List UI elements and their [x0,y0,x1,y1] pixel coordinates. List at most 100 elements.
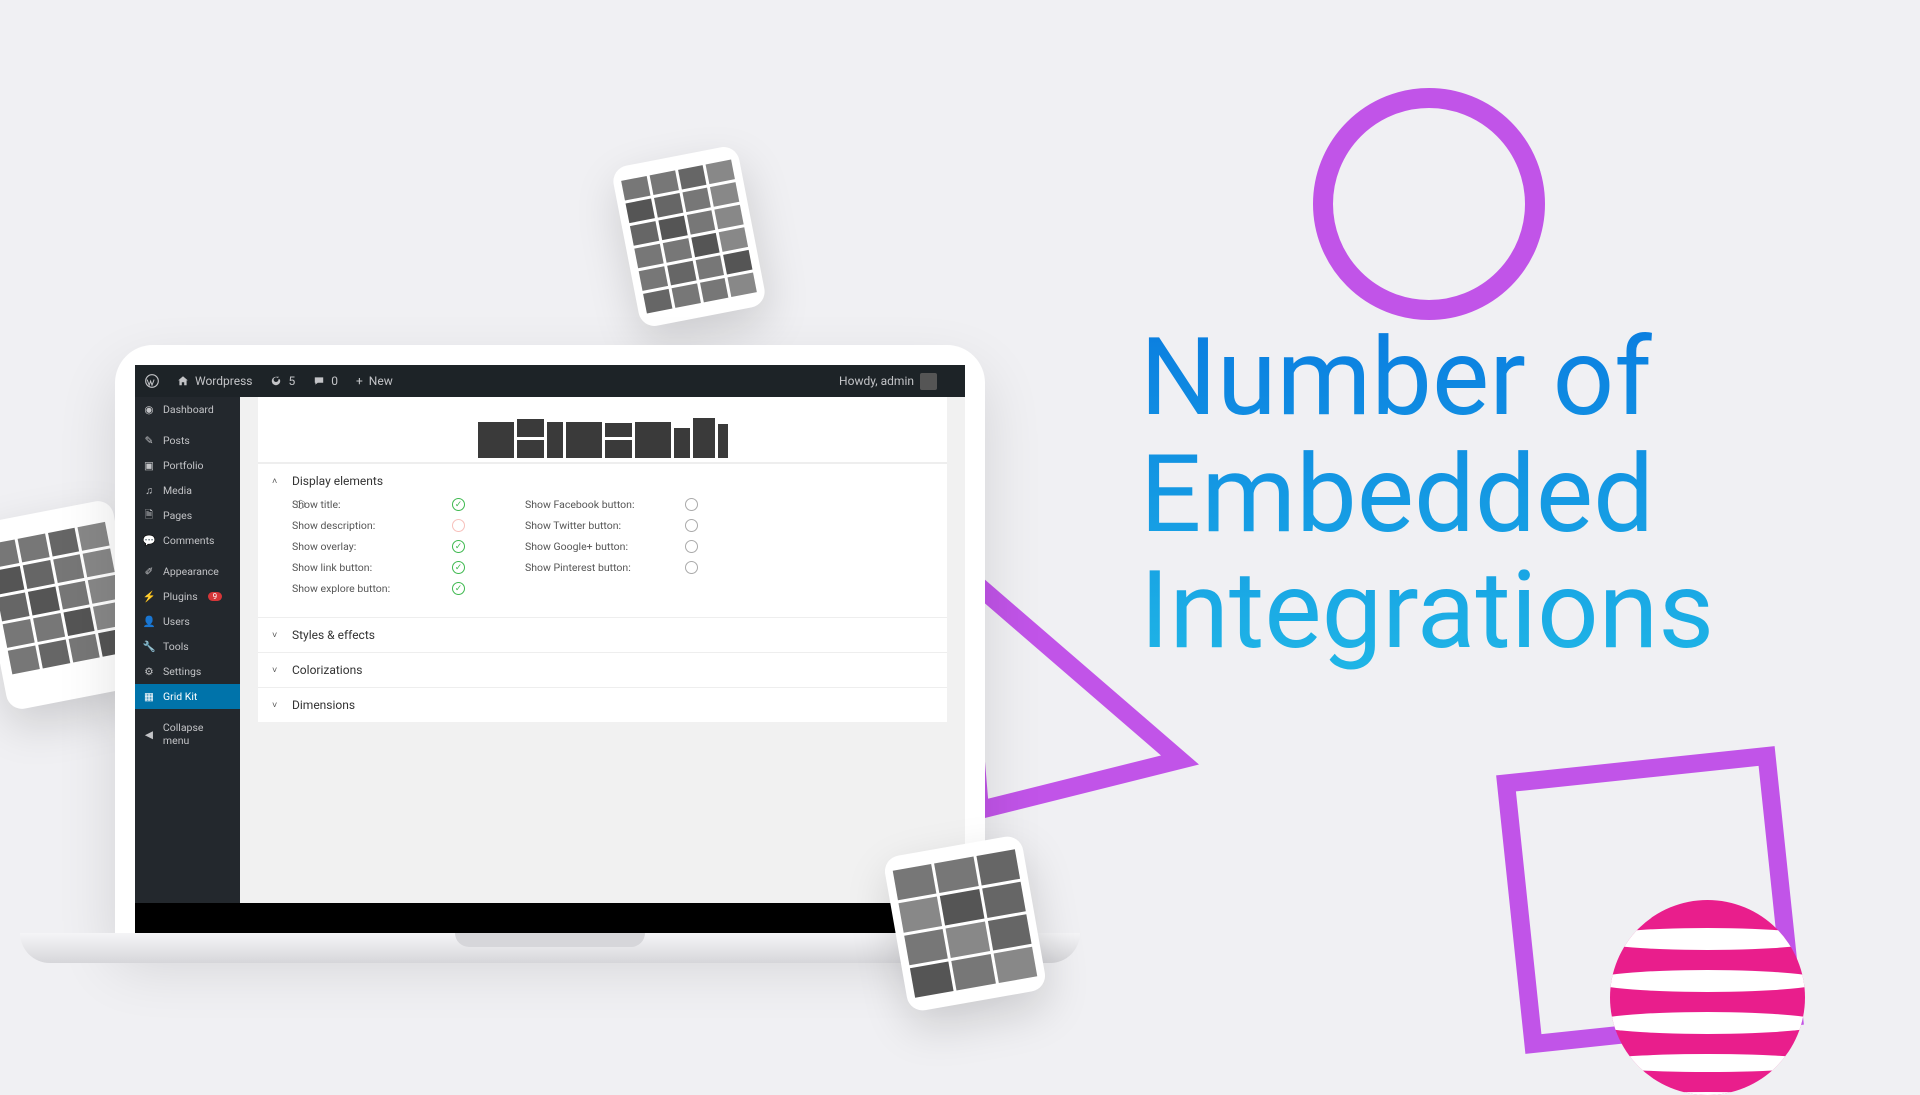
collapse-icon: ◀ [143,728,155,740]
section-styles-effects: ˅ Styles & effects [258,617,947,652]
option-show-pinterest: Show Pinterest button: [525,561,698,574]
section-header-display[interactable]: ˄ Display elements [272,474,933,488]
chevron-up-icon: ˄ [272,476,282,487]
sidebar-item-posts[interactable]: ✎ Posts [135,428,240,453]
option-show-googleplus: Show Google+ button: [525,540,698,553]
sidebar-item-portfolio[interactable]: ▣ Portfolio [135,453,240,478]
section-header-colorizations[interactable]: ˅ Colorizations [272,663,933,677]
plug-icon: ⚡ [143,591,155,603]
checkbox-show-link[interactable]: ✓ [452,561,465,574]
sidebar-item-label: Plugins [163,590,198,603]
section-header-dimensions[interactable]: ˅ Dimensions [272,698,933,712]
chevron-down-icon: ˅ [272,665,282,676]
howdy-user[interactable]: Howdy, admin [839,373,937,390]
updates-count: 5 [288,374,295,388]
new-label: New [369,374,393,388]
comments-icon[interactable]: 0 [313,374,338,388]
howdy-label: Howdy, admin [839,374,914,388]
checkbox-show-googleplus[interactable] [685,540,698,553]
sidebar-item-users[interactable]: 👤 Users [135,609,240,634]
wp-logo-icon[interactable] [145,374,159,388]
sidebar-item-label: Comments [163,534,214,547]
checkbox-show-overlay[interactable]: ✓ [452,540,465,553]
sidebar-item-label: Tools [163,640,189,653]
section-colorizations: ˅ Colorizations [258,652,947,687]
option-label: Show explore button: [292,582,452,595]
section-title: Dimensions [292,698,355,712]
pages-icon: 🗎 [143,510,155,522]
portfolio-icon: ▣ [143,460,155,472]
sidebar-item-gridkit[interactable]: ▦ Grid Kit [135,684,240,709]
cursor-icon: ⬡ [296,498,306,511]
decor-sphere [1610,900,1805,1095]
laptop-notch [455,933,645,947]
plugins-badge: 9 [208,592,223,601]
sidebar-item-media[interactable]: ♫ Media [135,478,240,503]
decor-circle [1313,88,1545,320]
chevron-down-icon: ˅ [272,630,282,641]
section-title: Colorizations [292,663,362,677]
settings-icon: ⚙ [143,666,155,678]
hero-title: Number of Embedded Integrations [1140,320,1714,670]
comments-icon: 💬 [143,535,155,547]
option-show-overlay: Show overlay: ✓ [292,540,465,553]
updates-icon[interactable]: 5 [270,374,295,388]
option-show-twitter: Show Twitter button: [525,519,698,532]
checkbox-show-facebook[interactable] [685,498,698,511]
site-name-label: Wordpress [195,374,252,388]
section-dimensions: ˅ Dimensions [258,687,947,722]
sidebar-item-label: Media [163,484,192,497]
new-button[interactable]: + New [356,374,393,388]
option-show-facebook: Show Facebook button: [525,498,698,511]
chevron-down-icon: ˅ [272,700,282,711]
checkbox-show-twitter[interactable] [685,519,698,532]
checkbox-show-description[interactable] [452,519,465,532]
option-label: Show Twitter button: [525,519,685,532]
wp-sidebar: ◉ Dashboard ✎ Posts ▣ Portfolio ♫ Media [135,397,240,903]
option-label: Show overlay: [292,540,452,553]
option-label: Show Facebook button: [525,498,685,511]
sidebar-item-label: Users [163,615,190,628]
checkbox-show-explore[interactable]: ✓ [452,582,465,595]
sidebar-item-pages[interactable]: 🗎 Pages [135,503,240,528]
option-show-explore-button: Show explore button: ✓ [292,582,465,595]
sidebar-item-collapse[interactable]: ◀ Collapse menu [135,715,240,753]
sidebar-item-plugins[interactable]: ⚡ Plugins 9 [135,584,240,609]
dashboard-icon: ◉ [143,404,155,416]
sidebar-item-label: Pages [163,509,192,522]
sidebar-item-settings[interactable]: ⚙ Settings [135,659,240,684]
checkbox-show-pinterest[interactable] [685,561,698,574]
site-name[interactable]: Wordpress [177,374,252,388]
section-title: Display elements [292,474,383,488]
sidebar-item-label: Posts [163,434,190,447]
option-label: Show Pinterest button: [525,561,685,574]
comments-count: 0 [331,374,338,388]
option-label: Show Google+ button: [525,540,685,553]
option-show-link-button: Show link button: ✓ [292,561,465,574]
sidebar-item-label: Appearance [163,565,219,578]
sidebar-item-label: Dashboard [163,403,214,416]
sidebar-item-dashboard[interactable]: ◉ Dashboard [135,397,240,422]
avatar [920,373,937,390]
sidebar-item-label: Settings [163,665,201,678]
option-label: Show title: [292,498,452,511]
section-header-styles[interactable]: ˅ Styles & effects [272,628,933,642]
brush-icon: ✐ [143,566,155,578]
sidebar-item-label: Grid Kit [163,690,197,703]
sidebar-item-tools[interactable]: 🔧 Tools [135,634,240,659]
users-icon: 👤 [143,616,155,628]
sidebar-item-label: Portfolio [163,459,204,472]
option-label: Show description: [292,519,452,532]
grid-layout-preview [258,397,947,463]
sidebar-item-comments[interactable]: 💬 Comments [135,528,240,553]
laptop-mockup: Wordpress 5 0 + New Howdy, admin [115,345,985,940]
section-title: Styles & effects [292,628,375,642]
phone-mockup-bottom [882,834,1047,1013]
sidebar-item-appearance[interactable]: ✐ Appearance [135,559,240,584]
option-show-description: Show description: [292,519,465,532]
wp-admin-bar: Wordpress 5 0 + New Howdy, admin [135,365,965,397]
option-show-title: Show title: ✓ ⬡ [292,498,465,511]
checkbox-show-title[interactable]: ✓ [452,498,465,511]
wp-main: ˄ Display elements Show title: ✓ ⬡ [240,397,965,903]
section-display-elements: ˄ Display elements Show title: ✓ ⬡ [258,463,947,617]
